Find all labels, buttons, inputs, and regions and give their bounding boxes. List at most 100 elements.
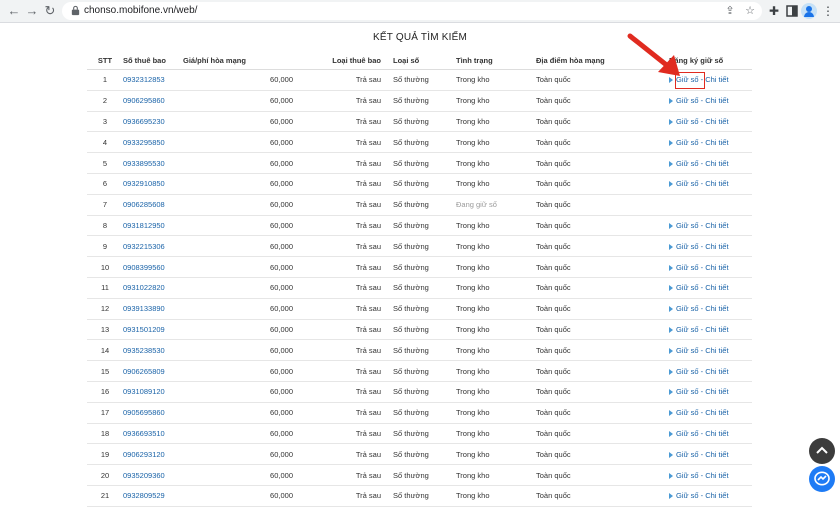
phone-number-link[interactable]: 0906293120 (123, 450, 165, 459)
detail-link[interactable]: Chi tiết (705, 450, 728, 459)
url-text[interactable]: chonso.mobifone.vn/web/ (84, 4, 197, 18)
hold-number-link[interactable]: Giữ số (676, 117, 699, 126)
detail-link[interactable]: Chi tiết (705, 387, 728, 396)
table-row: 9 0932215306 60,000 Trả sau Số thường Trong k… (87, 235, 752, 258)
cell-fee: 60,000 (183, 90, 305, 112)
cell-stt: 7 (87, 194, 123, 216)
phone-number-link[interactable]: 0931022820 (123, 283, 165, 292)
detail-link[interactable]: Chi tiết (705, 304, 728, 313)
detail-link[interactable]: Chi tiết (705, 75, 728, 84)
cell-status: Trong kho (456, 256, 536, 278)
cell-stt: 16 (87, 381, 123, 403)
cell-num-type: Số thường (393, 215, 456, 237)
lock-icon[interactable] (70, 5, 81, 16)
phone-number-link[interactable]: 0933295850 (123, 138, 165, 147)
cell-sub-type: Trả sau (305, 215, 393, 237)
cell-sub-type: Trả sau (305, 423, 393, 445)
detail-link[interactable]: Chi tiết (705, 138, 728, 147)
phone-number-link[interactable]: 0906295860 (123, 96, 165, 105)
phone-number-link[interactable]: 0933895530 (123, 159, 165, 168)
hold-number-link[interactable]: Giữ số (676, 221, 699, 230)
cell-stt: 6 (87, 173, 123, 195)
cell-location: Toàn quốc (536, 235, 633, 258)
phone-number-link[interactable]: 0932215306 (123, 242, 165, 251)
detail-link[interactable]: Chi tiết (705, 117, 728, 126)
detail-link[interactable]: Chi tiết (705, 408, 728, 417)
phone-number-link[interactable]: 0935238530 (123, 346, 165, 355)
hold-number-link[interactable]: Giữ số (676, 159, 699, 168)
detail-link[interactable]: Chi tiết (705, 367, 728, 376)
phone-number-link[interactable]: 0932312853 (123, 75, 165, 84)
bullet-arrow-icon (669, 306, 673, 313)
phone-number-link[interactable]: 0931089120 (123, 387, 165, 396)
scroll-top-button[interactable] (809, 438, 835, 464)
detail-link[interactable]: Chi tiết (705, 242, 728, 251)
cell-status: Trong kho (456, 443, 536, 466)
detail-link[interactable]: Chi tiết (705, 283, 728, 292)
hold-number-link[interactable]: Giữ số (676, 242, 699, 251)
table-row: 11 0931022820 60,000 Trả sau Số thường Trong … (87, 277, 752, 299)
star-icon[interactable]: ☆ (742, 3, 758, 19)
detail-link[interactable]: Chi tiết (705, 179, 728, 188)
hold-number-link[interactable]: Giữ số (676, 450, 699, 459)
phone-number-link[interactable]: 0908399560 (123, 263, 165, 272)
cell-location: Toàn quốc (536, 423, 633, 445)
cell-stt: 21 (87, 485, 123, 507)
phone-number-link[interactable]: 0932809529 (123, 491, 165, 500)
phone-number-link[interactable]: 0906265809 (123, 367, 165, 376)
cell-fee: 60,000 (183, 256, 305, 278)
cell-actions: Giữ số - Chi tiết (633, 256, 752, 278)
hold-number-link[interactable]: Giữ số (676, 471, 699, 480)
cell-actions: Giữ số - Chi tiết (633, 339, 752, 362)
phone-number-link[interactable]: 0936695230 (123, 117, 165, 126)
hold-number-link[interactable]: Giữ số (676, 408, 699, 417)
cell-actions: Giữ số - Chi tiết (633, 464, 752, 486)
hold-number-link[interactable]: Giữ số (676, 283, 699, 292)
hold-number-link[interactable]: Giữ số (676, 263, 699, 272)
detail-link[interactable]: Chi tiết (705, 471, 728, 480)
bullet-arrow-icon (669, 410, 673, 417)
hold-number-link[interactable]: Giữ số (676, 96, 699, 105)
hold-number-link[interactable]: Giữ số (676, 367, 699, 376)
cell-location: Toàn quốc (536, 464, 633, 486)
phone-number-link[interactable]: 0932910850 (123, 179, 165, 188)
detail-link[interactable]: Chi tiết (705, 221, 728, 230)
sidebar-icon[interactable] (784, 3, 800, 19)
hold-number-link[interactable]: Giữ số (676, 325, 699, 334)
detail-link[interactable]: Chi tiết (705, 325, 728, 334)
messenger-button[interactable] (809, 466, 835, 492)
phone-number-link[interactable]: 0905695860 (123, 408, 165, 417)
phone-number-link[interactable]: 0931501209 (123, 325, 165, 334)
table-row: 6 0932910850 60,000 Trả sau Số thường Trong k… (87, 173, 752, 195)
profile-icon[interactable] (801, 3, 817, 19)
hold-number-link[interactable]: Giữ số (676, 491, 699, 500)
hold-number-link[interactable]: Giữ số (676, 304, 699, 313)
back-icon[interactable]: ← (6, 3, 22, 19)
hold-number-link[interactable]: Giữ số (676, 138, 699, 147)
hold-number-link[interactable]: Giữ số (676, 429, 699, 438)
detail-link[interactable]: Chi tiết (705, 491, 728, 500)
forward-icon[interactable]: → (24, 3, 40, 19)
phone-number-link[interactable]: 0939133890 (123, 304, 165, 313)
detail-link[interactable]: Chi tiết (705, 159, 728, 168)
cell-num-type: Số thường (393, 235, 456, 258)
address-bar[interactable]: chonso.mobifone.vn/web/ ⇪ ☆ (62, 2, 762, 20)
phone-number-link[interactable]: 0906285608 (123, 200, 165, 209)
reload-icon[interactable]: ↻ (42, 3, 58, 19)
detail-link[interactable]: Chi tiết (705, 263, 728, 272)
cell-num-type: Số thường (393, 111, 456, 133)
cell-location: Toàn quốc (536, 277, 633, 299)
phone-number-link[interactable]: 0931812950 (123, 221, 165, 230)
detail-link[interactable]: Chi tiết (705, 429, 728, 438)
phone-number-link[interactable]: 0935209360 (123, 471, 165, 480)
hold-number-link[interactable]: Giữ số (676, 346, 699, 355)
hold-number-link[interactable]: Giữ số (676, 179, 699, 188)
extension-icon[interactable]: ✚ (766, 3, 782, 19)
detail-link[interactable]: Chi tiết (705, 346, 728, 355)
detail-link[interactable]: Chi tiết (705, 96, 728, 105)
share-icon[interactable]: ⇪ (722, 3, 738, 19)
menu-icon[interactable]: ⋮ (820, 3, 836, 19)
cell-actions: Giữ số - Chi tiết (633, 152, 752, 174)
phone-number-link[interactable]: 0936693510 (123, 429, 165, 438)
hold-number-link[interactable]: Giữ số (676, 387, 699, 396)
